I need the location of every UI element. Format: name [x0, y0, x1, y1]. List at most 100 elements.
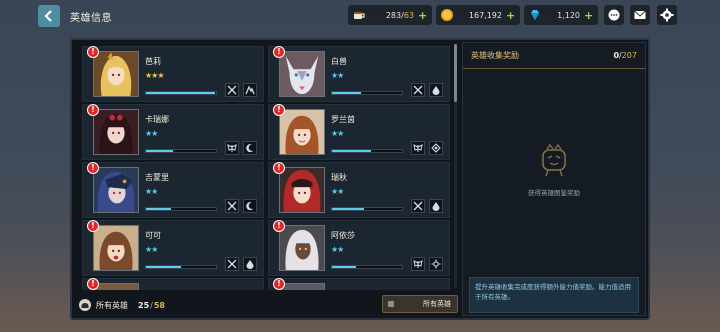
hero-stars: ★★	[331, 129, 344, 138]
hero-portrait	[279, 109, 325, 155]
hero-portrait	[93, 225, 139, 271]
hero-portrait	[93, 109, 139, 155]
hero-card[interactable]: ! 白兽 ★★	[268, 46, 450, 102]
hero-xp-bar	[145, 149, 217, 153]
stamina-current: 283	[385, 10, 402, 20]
hero-portrait	[279, 167, 325, 213]
alert-badge: !	[273, 46, 285, 58]
hero-portrait	[279, 225, 325, 271]
hero-xp-bar	[331, 265, 403, 269]
mail-icon	[634, 10, 646, 19]
mountain-icon	[243, 83, 257, 97]
hero-card[interactable]: ! 可可 ★★	[82, 220, 264, 276]
alert-badge: !	[273, 220, 285, 232]
add-stamina-button[interactable]: +	[418, 10, 428, 21]
add-gold-button[interactable]: +	[506, 10, 516, 21]
wings-icon	[411, 141, 425, 155]
hero-stars: ★★	[331, 187, 344, 196]
crossed-swords-icon	[411, 83, 425, 97]
hero-card[interactable]: ! 芭莉 ★★★	[82, 46, 264, 102]
sword-cross-icon	[225, 199, 239, 213]
settings-button[interactable]	[657, 5, 677, 25]
scrollbar[interactable]	[454, 44, 457, 288]
reward-description: 提升英雄收集完成度获得额外能力值奖励。能力值适用于所有英雄。	[469, 277, 639, 313]
hero-xp-bar	[145, 91, 217, 95]
hero-xp-bar	[331, 149, 403, 153]
alert-badge: !	[87, 220, 99, 232]
hero-portrait	[93, 283, 139, 290]
hero-stars: ★★★	[145, 71, 164, 80]
scrollbar-thumb[interactable]	[454, 44, 457, 102]
wings-icon	[411, 257, 425, 271]
hero-card[interactable]: ! 卡瑞娜 ★★	[82, 104, 264, 160]
hero-stars: ★★	[331, 245, 344, 254]
hero-xp-bar	[145, 265, 217, 269]
hero-name: 罗兰茵	[331, 115, 355, 124]
hero-card[interactable]: ! 吉蒙里 ★★	[82, 162, 264, 218]
reward-progress: 0/207	[613, 51, 637, 60]
chat-button[interactable]	[604, 5, 624, 25]
alert-badge: !	[87, 46, 99, 58]
hero-total-count: 58	[153, 300, 165, 310]
gem-counter[interactable]: 1,120 +	[524, 5, 598, 25]
sun-icon	[429, 257, 443, 271]
gold-value: 167,192	[468, 10, 502, 20]
hero-list[interactable]: ! 芭莉 ★★★ ! 白兽 ★★ ! 卡瑞娜 ★★ ! 罗兰茵 ★★ ! 吉蒙里…	[76, 42, 452, 290]
hero-portrait	[279, 51, 325, 97]
hero-stars: ★★	[145, 187, 158, 196]
gem-icon	[526, 6, 544, 24]
mail-button[interactable]	[630, 5, 650, 25]
hero-name: 瑞秋	[331, 173, 347, 182]
wings-icon	[225, 141, 239, 155]
gold-counter[interactable]: 167,192 +	[436, 5, 520, 25]
sword-cross-icon	[225, 257, 239, 271]
hero-name: 阿依莎	[331, 231, 355, 240]
back-button[interactable]	[38, 5, 60, 27]
hero-xp-bar	[331, 91, 403, 95]
hero-helmet-icon	[79, 299, 91, 311]
reward-title: 英雄收集奖励	[471, 51, 519, 60]
sword-cross-icon	[225, 83, 239, 97]
coffee-cup-icon	[350, 6, 368, 24]
hero-count-label: 所有英雄	[96, 300, 128, 310]
filter-label: 所有英雄	[423, 300, 451, 308]
hero-portrait	[93, 167, 139, 213]
hero-filter-dropdown[interactable]: 所有英雄	[382, 295, 458, 313]
hero-xp-bar	[331, 207, 403, 211]
hero-portrait	[279, 283, 325, 290]
hero-card[interactable]: !	[82, 278, 264, 290]
hero-stars: ★★	[331, 71, 344, 80]
hero-card[interactable]: !	[268, 278, 450, 290]
alert-badge: !	[273, 278, 285, 290]
drop-icon	[429, 199, 443, 213]
hero-name: 白兽	[331, 57, 347, 66]
alert-badge: !	[273, 104, 285, 116]
alert-badge: !	[87, 104, 99, 116]
alert-badge: !	[87, 278, 99, 290]
hero-stars: ★★	[145, 245, 158, 254]
hero-card[interactable]: ! 罗兰茵 ★★	[268, 104, 450, 160]
gold-coin-icon	[438, 6, 456, 24]
reward-header: 英雄收集奖励 0/207	[463, 43, 645, 69]
eye-icon	[429, 141, 443, 155]
alert-badge: !	[87, 162, 99, 174]
hero-name: 卡瑞娜	[145, 115, 169, 124]
hero-name: 吉蒙里	[145, 173, 169, 182]
drop-icon	[429, 83, 443, 97]
hero-card[interactable]: ! 瑞秋 ★★	[268, 162, 450, 218]
stamina-counter[interactable]: 283/63 +	[348, 5, 432, 25]
gear-icon	[660, 8, 674, 22]
hero-xp-bar	[145, 207, 217, 211]
hero-stars: ★★	[145, 129, 158, 138]
collection-reward-panel: 英雄收集奖励 0/207 获得英雄图鉴奖励 提升英雄收集完成度获得额外能力值奖励…	[462, 42, 646, 316]
hero-card[interactable]: ! 阿依莎 ★★	[268, 220, 450, 276]
gem-value: 1,120	[557, 10, 580, 20]
hero-count: 所有英雄 25/58	[78, 296, 165, 314]
alert-badge: !	[273, 162, 285, 174]
sword-cross-icon	[411, 199, 425, 213]
moon-icon	[243, 199, 257, 213]
top-bar: 英雄信息 283/63 + 167,192 + 1,120 +	[0, 0, 720, 32]
page-title: 英雄信息	[70, 13, 112, 24]
reward-empty-text: 获得英雄图鉴奖励	[528, 189, 580, 197]
add-gem-button[interactable]: +	[584, 10, 594, 21]
